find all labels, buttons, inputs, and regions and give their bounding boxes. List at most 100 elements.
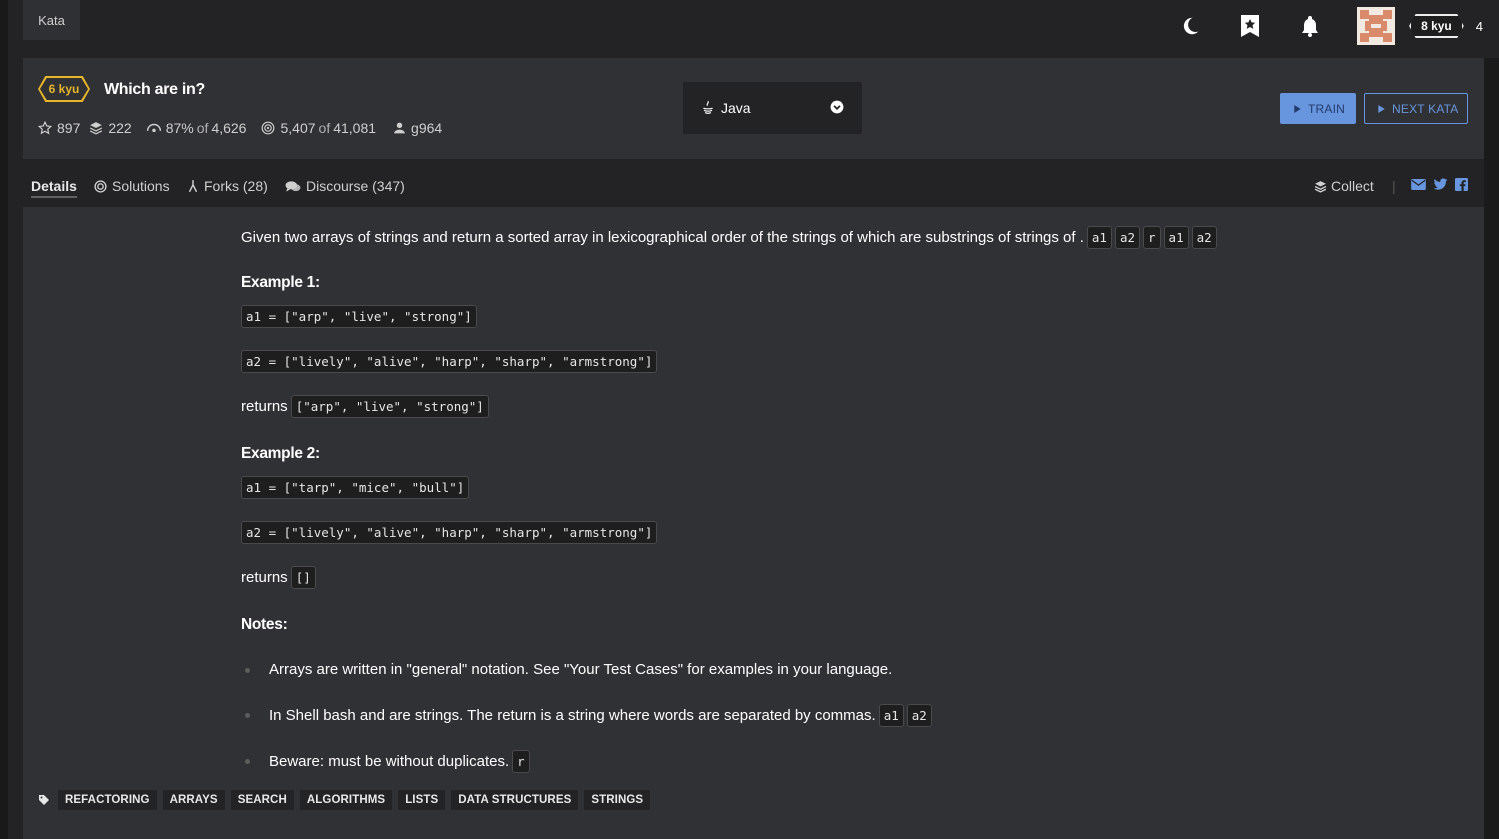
tab-forks-label: Forks (28)	[204, 178, 268, 194]
kata-title[interactable]: Which are in?	[104, 81, 205, 99]
tag-icon	[38, 794, 50, 806]
tag-item[interactable]: STRINGS	[584, 790, 651, 810]
note-text: Arrays are written in "general" notation…	[269, 661, 893, 678]
example1-a1: a1 = ["arp", "live", "strong"]	[241, 305, 477, 328]
attempts-count: 41,081	[333, 120, 377, 136]
example2-heading: Example 2:	[241, 445, 320, 462]
intro-text: Given two arrays of strings and return a…	[241, 229, 1084, 246]
inline-code: a2	[1114, 226, 1141, 249]
intro-line: Given two arrays of strings and return a…	[241, 226, 1217, 249]
share-links	[1411, 178, 1475, 191]
kata-nav-tab[interactable]: Kata	[23, 0, 80, 40]
completed-of: of	[318, 120, 331, 136]
collections-count: 222	[108, 120, 132, 136]
kata-tabs: Details Solutions Forks (28) Discourse (…	[23, 159, 1484, 207]
stars-count: 897	[57, 120, 81, 136]
author-stat[interactable]: g964	[393, 120, 442, 136]
tag-list: REFACTORING ARRAYS SEARCH ALGORITHMS LIS…	[38, 790, 656, 810]
tab-discourse-label: Discourse (347)	[306, 178, 405, 194]
collections-stat[interactable]: 222	[89, 120, 132, 136]
completed-stat: 5,407 of 41,081	[261, 120, 376, 136]
collect-label: Collect	[1331, 178, 1374, 194]
java-icon	[703, 100, 713, 114]
tag-item[interactable]: REFACTORING	[58, 790, 157, 810]
target-icon	[262, 121, 275, 135]
note-item: Arrays are written in "general" notation…	[269, 661, 892, 678]
bookmark-star-icon[interactable]	[1237, 13, 1263, 39]
returns-label: returns	[241, 398, 288, 415]
tag-item[interactable]: LISTS	[398, 790, 446, 810]
kata-description-panel: Given two arrays of strings and return a…	[23, 207, 1484, 839]
tag-item[interactable]: ARRAYS	[162, 790, 225, 810]
kata-rank-label: 6 kyu	[40, 78, 88, 100]
inline-code: r	[512, 750, 530, 773]
tag-item[interactable]: DATA STRUCTURES	[451, 790, 579, 810]
example1-a2: a2 = ["lively", "alive", "harp", "sharp"…	[241, 350, 658, 373]
tab-solutions[interactable]: Solutions	[94, 178, 170, 194]
twitter-icon[interactable]	[1433, 178, 1448, 191]
tab-details[interactable]: Details	[31, 178, 77, 198]
example1-returns: returns ["arp", "live", "strong"]	[241, 395, 489, 418]
top-icons: 8 kyu 4	[1177, 0, 1499, 52]
avatar[interactable]	[1357, 7, 1396, 45]
code-block: a2 = ["lively", "alive", "harp", "sharp"…	[241, 350, 658, 373]
example2-returns: returns []	[241, 566, 316, 589]
honor-count: 4	[1475, 18, 1483, 34]
user-rank-badge[interactable]: 8 kyu	[1409, 14, 1464, 38]
inline-code: a1	[1086, 226, 1112, 249]
kata-header: 6 kyu Which are in? 897 222 87% of 4,626…	[23, 58, 1484, 159]
code-block: a1 = ["arp", "live", "strong"]	[241, 305, 477, 328]
facebook-icon[interactable]	[1455, 178, 1468, 191]
moon-icon[interactable]	[1177, 13, 1203, 39]
code-block: a1 = ["tarp", "mice", "bull"]	[241, 476, 470, 499]
train-button[interactable]: TRAIN	[1280, 93, 1356, 124]
example1-heading: Example 1:	[241, 274, 320, 291]
train-label: TRAIN	[1308, 101, 1345, 116]
note-text: Beware: must be without duplicates.	[269, 753, 510, 770]
play-icon	[1378, 104, 1385, 113]
next-kata-button[interactable]: NEXT KATA	[1364, 93, 1468, 124]
comments-icon	[285, 180, 301, 192]
satisfaction-value: 87%	[165, 120, 194, 136]
tab-solutions-label: Solutions	[112, 178, 170, 194]
note-text: In Shell bash and are strings. The retur…	[269, 707, 876, 724]
inline-code: a2	[1191, 226, 1217, 249]
bell-icon[interactable]	[1297, 13, 1323, 39]
language-select[interactable]: Java	[683, 82, 862, 134]
next-kata-label: NEXT KATA	[1392, 101, 1459, 116]
bullet-dot	[245, 713, 250, 718]
inline-code: r	[1143, 226, 1161, 249]
collect-button[interactable]: Collect	[1314, 178, 1374, 194]
user-icon	[394, 122, 405, 134]
language-label: Java	[721, 100, 751, 116]
play-icon	[1294, 104, 1301, 113]
example2-a1: a1 = ["tarp", "mice", "bull"]	[241, 476, 470, 499]
stars-stat[interactable]: 897	[38, 120, 80, 136]
kata-stats: 897 222 87% of 4,626 5,407 of 41,081 g96…	[38, 120, 451, 136]
inline-code: a1	[1163, 226, 1189, 249]
completed-count: 5,407	[280, 120, 316, 136]
email-icon[interactable]	[1411, 179, 1426, 190]
satisfaction-stat: 87% of 4,626	[146, 120, 247, 136]
tab-discourse[interactable]: Discourse (347)	[285, 178, 405, 194]
chevron-down-icon[interactable]	[830, 100, 844, 117]
inline-code: []	[290, 566, 316, 589]
note-item: Beware: must be without duplicates. r	[269, 750, 530, 773]
left-gutter	[8, 0, 23, 839]
left-edge	[0, 0, 8, 839]
separator: |	[1392, 178, 1396, 194]
layers-icon	[1314, 180, 1327, 193]
layers-icon	[90, 122, 103, 135]
author-name: g964	[411, 120, 443, 136]
notes-heading: Notes:	[241, 616, 288, 633]
votes-count: 4,626	[211, 120, 247, 136]
satisfaction-of: of	[196, 120, 209, 136]
top-bar: Kata 8 kyu 4	[23, 0, 1499, 58]
kata-rank-badge: 6 kyu	[38, 76, 90, 102]
target-icon	[94, 179, 107, 193]
bullet-dot	[245, 759, 250, 764]
returns-label: returns	[241, 569, 288, 586]
tab-forks[interactable]: Forks (28)	[187, 178, 268, 194]
tag-item[interactable]: SEARCH	[230, 790, 294, 810]
tag-item[interactable]: ALGORITHMS	[299, 790, 393, 810]
